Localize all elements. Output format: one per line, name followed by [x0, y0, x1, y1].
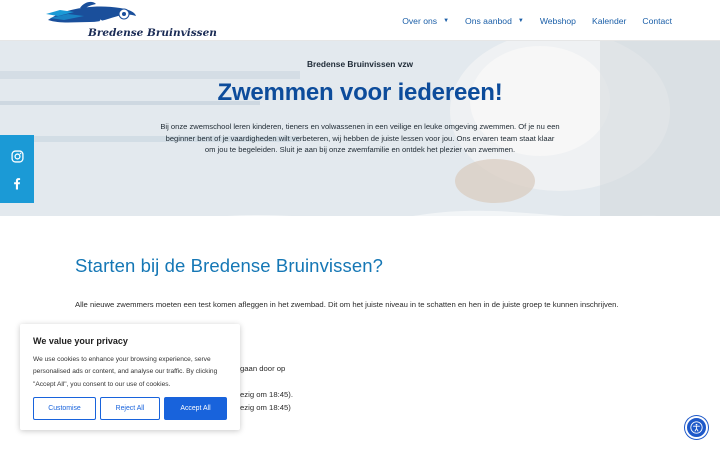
- facebook-icon: [14, 177, 21, 189]
- nav-item-webshop[interactable]: Webshop: [532, 16, 584, 26]
- text-fragment: ezig om 18:45).: [240, 390, 293, 399]
- nav-item-ons-aanbod[interactable]: Ons aanbod ▼: [457, 16, 532, 26]
- cookie-text: We use cookies to enhance your browsing …: [33, 356, 218, 388]
- hero-text: Bij onze zwemschool leren kinderen, tien…: [160, 122, 560, 154]
- site-header: Bredense Bruinvissen Over ons ▼ Ons aanb…: [0, 0, 720, 41]
- nav-label: Webshop: [539, 15, 576, 26]
- instagram-icon: [10, 149, 24, 163]
- nav-item-over-ons[interactable]: Over ons ▼: [394, 16, 457, 26]
- text-fragment: ezig om 18:45): [240, 403, 291, 412]
- wave-divider: [227, 210, 658, 216]
- nav-label: Over ons: [402, 15, 438, 26]
- hero-section: Bredense Bruinvissen vzw Zwemmen voor ie…: [0, 41, 720, 216]
- accessibility-button[interactable]: [685, 416, 708, 439]
- hero-title: Zwemmen voor iedereen!: [217, 79, 503, 106]
- nav-item-contact[interactable]: Contact: [634, 16, 680, 26]
- chevron-down-icon: ▼: [443, 17, 450, 24]
- accept-all-button[interactable]: Accept All: [164, 397, 227, 420]
- site-logo[interactable]: Bredense Bruinvissen: [40, 0, 217, 40]
- social-sidebar: [0, 135, 34, 203]
- main-nav: Over ons ▼ Ons aanbod ▼ Webshop Kalender…: [394, 0, 680, 41]
- section-heading: Starten bij de Bredense Bruinvissen?: [75, 255, 384, 276]
- chevron-down-icon: ▼: [517, 17, 524, 24]
- nav-item-kalender[interactable]: Kalender: [584, 16, 634, 26]
- nav-label: Contact: [642, 15, 672, 26]
- logo-text: Bredense Bruinvissen: [88, 27, 217, 39]
- accessibility-icon: [690, 421, 703, 434]
- facebook-button[interactable]: [0, 166, 34, 200]
- cookie-title: We value your privacy: [33, 336, 128, 346]
- cookie-banner: We value your privacy We use cookies to …: [20, 324, 240, 430]
- nav-label: Kalender: [591, 15, 627, 26]
- hero-subtitle: Bredense Bruinvissen vzw: [306, 59, 414, 69]
- intro-paragraph: Alle nieuwe zwemmers moeten een test kom…: [75, 300, 619, 309]
- nav-label: Ons aanbod: [465, 15, 512, 26]
- cookie-buttons: Customise Reject All Accept All: [33, 397, 227, 420]
- text-fragment: gaan door op: [240, 364, 286, 373]
- reject-all-button[interactable]: Reject All: [100, 397, 160, 420]
- customise-button[interactable]: Customise: [33, 397, 96, 420]
